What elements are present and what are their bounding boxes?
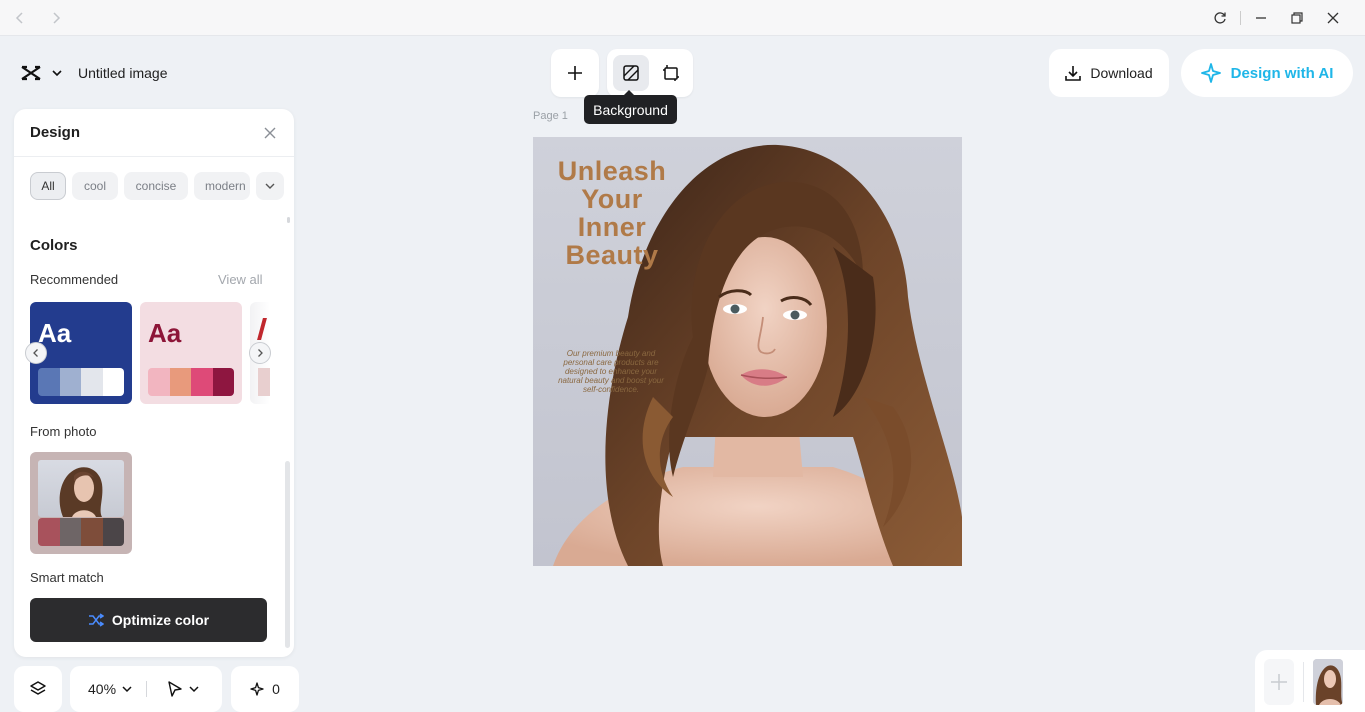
layers-button[interactable] <box>14 666 62 712</box>
view-all-link[interactable]: View all <box>218 272 263 287</box>
palette-sample-text: Aa <box>148 318 182 348</box>
page-label: Page 1 <box>533 110 568 122</box>
zoom-divider <box>146 681 148 697</box>
sparkle-icon <box>250 682 264 696</box>
page-thumbnail[interactable] <box>1313 659 1343 705</box>
download-button[interactable]: Download <box>1049 49 1169 97</box>
zoom-level[interactable]: 40% <box>88 681 116 697</box>
recommended-label: Recommended <box>30 272 119 287</box>
filter-chip-all[interactable]: All <box>30 172 66 200</box>
zoom-controls: 40% <box>70 666 222 712</box>
palette-swatches <box>148 368 234 396</box>
palette-card-pink[interactable]: Aa <box>140 302 242 404</box>
chevron-down-icon <box>265 183 275 189</box>
forward-icon[interactable] <box>44 6 68 30</box>
canvas-tools <box>607 49 693 97</box>
filter-chip-modern[interactable]: modern <box>194 172 250 200</box>
smart-match-label: Smart match <box>30 570 104 585</box>
document-title[interactable]: Untitled image <box>78 65 168 81</box>
design-panel-header: Design <box>14 109 294 157</box>
plus-icon <box>1271 674 1287 690</box>
back-icon[interactable] <box>8 6 32 30</box>
panel-scrollbar[interactable] <box>285 461 290 648</box>
pages-divider <box>1303 662 1304 702</box>
app-menu[interactable]: Untitled image <box>8 50 196 96</box>
background-button[interactable] <box>613 55 649 91</box>
scroll-indicator <box>287 217 290 223</box>
optimize-color-label: Optimize color <box>111 612 210 628</box>
filter-chip-concise[interactable]: concise <box>124 172 188 200</box>
carousel-next-button[interactable] <box>249 342 271 364</box>
title-bar <box>0 0 1365 36</box>
close-window-icon[interactable] <box>1321 6 1345 30</box>
photo-thumbnail <box>38 460 124 517</box>
ai-credits-button[interactable]: 0 <box>231 666 299 712</box>
layers-icon <box>30 681 46 695</box>
download-icon <box>1065 66 1082 81</box>
add-page-button[interactable] <box>1264 659 1294 705</box>
shuffle-icon <box>88 613 104 627</box>
background-tooltip: Background <box>584 90 677 124</box>
chevron-right-icon <box>258 349 263 357</box>
headline-text[interactable]: Unleash Your Inner Beauty <box>547 157 677 269</box>
add-element-button[interactable] <box>551 49 599 97</box>
title-separator <box>1240 11 1241 25</box>
download-label: Download <box>1090 65 1153 81</box>
ai-sparkle-icon <box>1200 63 1221 83</box>
chevron-down-icon[interactable] <box>52 68 62 78</box>
filter-expand-button[interactable] <box>256 172 284 200</box>
resize-button[interactable] <box>653 55 689 91</box>
design-with-ai-label: Design with AI <box>1230 64 1334 82</box>
pointer-tool-icon[interactable] <box>167 681 183 697</box>
reload-icon[interactable] <box>1208 6 1232 30</box>
from-photo-label: From photo <box>30 424 97 439</box>
palette-swatches <box>38 368 124 396</box>
ai-credits-count: 0 <box>272 681 280 697</box>
close-icon[interactable] <box>260 123 280 143</box>
photo-palette-card[interactable] <box>30 452 132 554</box>
chevron-down-icon[interactable] <box>189 684 199 694</box>
resize-icon <box>663 65 679 81</box>
capcut-logo-icon[interactable] <box>20 64 42 82</box>
filter-chip-cool[interactable]: cool <box>72 172 118 200</box>
chevron-left-icon <box>33 349 38 357</box>
chevron-down-icon[interactable] <box>122 684 132 694</box>
restore-icon[interactable] <box>1285 6 1309 30</box>
minimize-icon[interactable] <box>1249 6 1273 30</box>
optimize-color-button[interactable]: Optimize color <box>30 598 267 642</box>
design-with-ai-button[interactable]: Design with AI <box>1181 49 1353 97</box>
background-icon <box>623 65 639 81</box>
design-panel-title: Design <box>30 124 81 141</box>
photo-palette-swatches <box>38 518 124 546</box>
pages-panel <box>1255 650 1365 712</box>
design-panel: Design All cool concise modern Colors Re… <box>14 109 294 657</box>
carousel-prev-button[interactable] <box>25 342 47 364</box>
colors-section-title: Colors <box>30 237 78 254</box>
plus-icon <box>568 66 582 80</box>
body-copy-text[interactable]: Our premium beauty and personal care pro… <box>555 349 667 394</box>
design-canvas[interactable]: Unleash Your Inner Beauty Our premium be… <box>533 137 962 566</box>
